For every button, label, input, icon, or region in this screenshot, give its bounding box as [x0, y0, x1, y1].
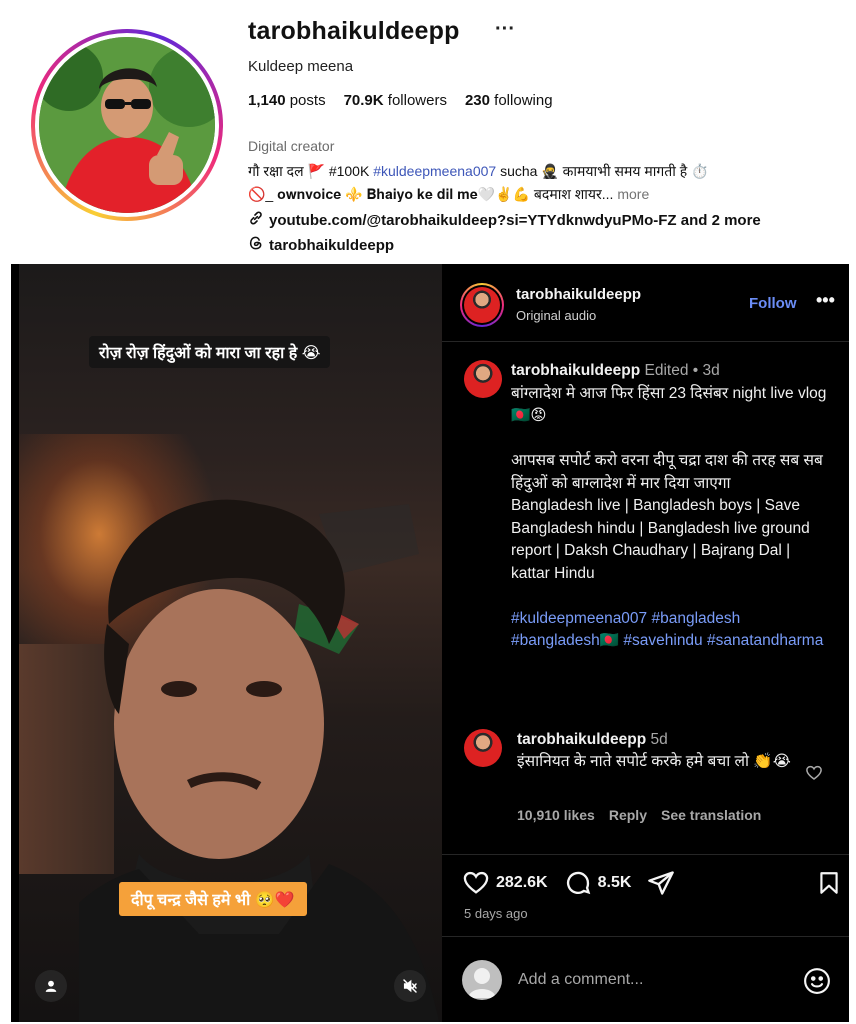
reel-video[interactable]: रोज़ रोज़ हिंदुओं को मारा जा रहा हे 😭 दी…	[19, 264, 442, 1022]
following-label: following	[494, 92, 553, 109]
profile-username[interactable]: tarobhaikuldeepp	[248, 17, 460, 46]
divider	[442, 936, 849, 937]
profile-header: tarobhaikuldeepp ··· Kuldeep meena 1,140…	[0, 0, 856, 262]
post-header: tarobhaikuldeepp Original audio Follow •…	[442, 264, 849, 342]
bio-line-2: 🚫_ 𝐨𝐰𝐧𝐯𝐨𝐢𝐜𝐞 ⚜️ 𝐁𝐡𝐚𝐢𝐲𝐨 𝐤𝐞 𝐝𝐢𝐥 𝐦𝐞🤍✌️💪 बदमा…	[248, 185, 649, 204]
hashtag-link[interactable]: #sanatandharma	[707, 632, 823, 649]
post-modal: रोज़ रोज़ हिंदुओं को मारा जा रहा हे 😭 दी…	[11, 264, 849, 1022]
comments-count[interactable]: 8.5K	[598, 874, 632, 892]
profile-stats: 1,140 posts 70.9K followers 230 followin…	[248, 92, 553, 109]
share-icon[interactable]	[647, 869, 675, 897]
profile-avatar[interactable]	[31, 29, 223, 221]
heart-icon[interactable]	[462, 869, 490, 897]
hashtag-link[interactable]: #kuldeepmeena007	[511, 610, 647, 627]
video-caption-bottom: दीपू चन्द्र जैसे हमे भी 🥺❤️	[119, 882, 307, 916]
author-avatar[interactable]	[460, 283, 504, 327]
bio-hashtag-link[interactable]: #kuldeepmeena007	[373, 163, 496, 179]
link-icon	[248, 210, 264, 230]
post-author-name[interactable]: tarobhaikuldeepp	[516, 286, 641, 303]
like-action[interactable]: 282.6K	[462, 869, 548, 897]
posts-count: 1,140	[248, 92, 286, 109]
posts-label: posts	[289, 92, 326, 109]
follow-button[interactable]: Follow	[749, 295, 797, 312]
post-audio-label[interactable]: Original audio	[516, 308, 596, 323]
share-action[interactable]	[647, 869, 675, 897]
emoji-icon[interactable]	[802, 966, 832, 1001]
threads-icon	[248, 235, 264, 255]
following-stat[interactable]: 230 following	[465, 92, 553, 109]
post-timestamp[interactable]: 5 days ago	[464, 906, 528, 921]
comment-item: tarobhaikuldeepp 5d इंसानियत के नाते सपो…	[517, 729, 817, 773]
comment-actions: 10,910 likes Reply See translation	[517, 807, 761, 823]
muted-speaker-icon	[403, 979, 417, 993]
followers-label: followers	[387, 92, 447, 109]
followers-stat[interactable]: 70.9K followers	[344, 92, 447, 109]
comment-text: इंसानियत के नाते सपोर्ट करके हमे बचा लो …	[517, 753, 791, 770]
bio-line-1: गौ रक्षा दल 🚩 #100K #kuldeepmeena007 suc…	[248, 162, 708, 181]
followers-count: 70.9K	[343, 92, 384, 109]
comment-author-name[interactable]: tarobhaikuldeepp	[517, 731, 646, 748]
comment-author-avatar[interactable]	[464, 729, 502, 767]
caption-hashtags: #kuldeepmeena007 #bangladesh #bangladesh…	[511, 608, 831, 653]
caption-paragraph-2: आपसब सपोर्ट करो वरना दीपू चद्रा दाश की त…	[511, 452, 823, 492]
post-action-bar: 282.6K 8.5K	[462, 867, 842, 899]
profile-link[interactable]: youtube.com/@tarobhaikuldeep?si=YTYdknwd…	[248, 210, 761, 230]
post-side-panel: tarobhaikuldeepp Original audio Follow •…	[442, 264, 849, 1022]
threads-link[interactable]: tarobhaikuldeepp	[248, 235, 394, 255]
current-user-avatar	[462, 960, 502, 1000]
profile-category: Digital creator	[248, 138, 335, 154]
likes-count[interactable]: 282.6K	[496, 874, 548, 892]
bio-more-link[interactable]: more	[613, 186, 649, 202]
posts-stat: 1,140 posts	[248, 92, 326, 109]
comment-icon[interactable]	[564, 869, 592, 897]
see-translation-button[interactable]: See translation	[661, 807, 761, 823]
mute-button[interactable]	[394, 970, 426, 1002]
bio-text: 🚫_ 𝐨𝐰𝐧𝐯𝐨𝐢𝐜𝐞 ⚜️ 𝐁𝐡𝐚𝐢𝐲𝐨 𝐤𝐞 𝐝𝐢𝐥 𝐦𝐞🤍✌️💪 बदमा…	[248, 186, 614, 202]
video-caption-top: रोज़ रोज़ हिंदुओं को मारा जा रहा हे 😭	[89, 336, 331, 368]
caption-paragraph-3: Bangladesh live | Bangladesh boys | Save…	[511, 497, 810, 582]
divider	[442, 854, 849, 855]
profile-options-icon[interactable]: ···	[495, 18, 515, 41]
comment-time: 5d	[646, 731, 668, 748]
avatar-photo	[39, 37, 215, 213]
tagged-user-button[interactable]	[35, 970, 67, 1002]
threads-handle[interactable]: tarobhaikuldeepp	[269, 237, 394, 254]
caption-author-avatar[interactable]	[464, 360, 502, 398]
profile-full-name: Kuldeep meena	[248, 58, 354, 75]
following-count: 230	[464, 92, 490, 109]
caption-author-name[interactable]: tarobhaikuldeepp	[511, 362, 640, 379]
add-comment-input[interactable]: Add a comment...	[518, 971, 643, 989]
person-icon	[45, 980, 57, 992]
hashtag-link[interactable]: #bangladesh🇧🇩	[511, 632, 619, 649]
hashtag-link[interactable]: #bangladesh	[651, 610, 740, 627]
bookmark-icon[interactable]	[816, 869, 842, 897]
caption-meta: Edited • 3d	[640, 362, 720, 379]
comment-action[interactable]: 8.5K	[564, 869, 632, 897]
bio-text: गौ रक्षा दल 🚩 #100K	[248, 163, 374, 179]
post-caption: tarobhaikuldeepp Edited • 3d बांग्लादेश …	[511, 360, 831, 653]
post-options-icon[interactable]: •••	[816, 290, 835, 311]
hashtag-link[interactable]: #savehindu	[623, 632, 702, 649]
bio-text: sucha 🥷 कामयाभी समय मागती है ⏱️	[496, 163, 709, 179]
profile-link-text[interactable]: youtube.com/@tarobhaikuldeep?si=YTYdknwd…	[269, 212, 761, 229]
comment-reply-button[interactable]: Reply	[609, 807, 647, 823]
video-person	[79, 499, 439, 1022]
caption-paragraph-1: बांग्लादेश मे आज फिर हिंसा 23 दिसंबर nig…	[511, 384, 827, 425]
comment-likes-count[interactable]: 10,910 likes	[517, 807, 595, 823]
comment-like-icon[interactable]	[805, 764, 823, 787]
